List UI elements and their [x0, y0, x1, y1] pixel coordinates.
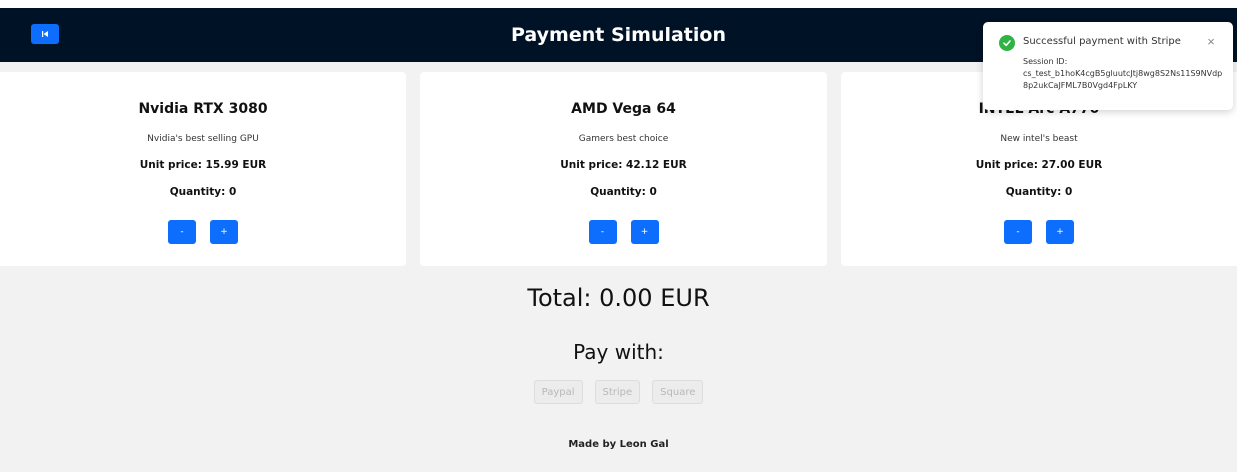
- product-name: Nvidia RTX 3080: [138, 101, 268, 117]
- decrease-button[interactable]: -: [1004, 220, 1032, 244]
- quantity-controls: - +: [841, 220, 1237, 244]
- product-description: Nvidia's best selling GPU: [147, 134, 259, 144]
- product-name: AMD Vega 64: [571, 101, 676, 117]
- toast-session-info: Session ID: cs_test_b1hoK4cgB5gluutcJtj8…: [1023, 56, 1223, 92]
- product-price: Unit price: 15.99 EUR: [139, 159, 267, 171]
- payment-options: Paypal Stripe Square: [0, 380, 1237, 404]
- checkmark-icon: [1003, 40, 1011, 47]
- product-description: Gamers best choice: [578, 134, 669, 144]
- product-card: AMD Vega 64 Gamers best choice Unit pric…: [420, 72, 827, 266]
- product-quantity: Quantity: 0: [590, 186, 657, 198]
- decrease-button[interactable]: -: [588, 220, 617, 244]
- pay-with-heading: Pay with:: [573, 340, 664, 364]
- increase-button[interactable]: +: [1046, 220, 1074, 244]
- quantity-controls: - +: [420, 220, 827, 244]
- session-id: cs_test_b1hoK4cgB5gluutcJtj8wg8S2Ns11S9N…: [1023, 69, 1223, 90]
- session-label: Session ID:: [1023, 57, 1068, 66]
- paypal-button[interactable]: Paypal: [533, 380, 583, 404]
- product-quantity: Quantity: 0: [1005, 186, 1073, 198]
- check-circle-icon: [999, 35, 1015, 51]
- product-card: Nvidia RTX 3080 Nvidia's best selling GP…: [0, 72, 406, 266]
- quantity-controls: - +: [0, 220, 406, 244]
- toast-title: Successful payment with Stripe: [1023, 36, 1181, 47]
- product-price: Unit price: 27.00 EUR: [975, 159, 1103, 171]
- success-toast: Successful payment with Stripe × Session…: [983, 22, 1233, 110]
- increase-button[interactable]: +: [210, 220, 238, 244]
- decrease-button[interactable]: -: [168, 220, 196, 244]
- close-icon[interactable]: ×: [1203, 34, 1219, 50]
- product-price: Unit price: 42.12 EUR: [560, 159, 687, 171]
- square-button[interactable]: Square: [652, 380, 704, 404]
- order-total: Total: 0.00 EUR: [527, 284, 710, 312]
- footer-credit: Made by Leon Gal: [568, 439, 669, 450]
- increase-button[interactable]: +: [630, 220, 659, 244]
- product-quantity: Quantity: 0: [169, 186, 237, 198]
- stripe-button[interactable]: Stripe: [594, 380, 641, 404]
- main-content: Nvidia RTX 3080 Nvidia's best selling GP…: [0, 62, 1237, 472]
- product-description: New intel's beast: [1000, 134, 1078, 144]
